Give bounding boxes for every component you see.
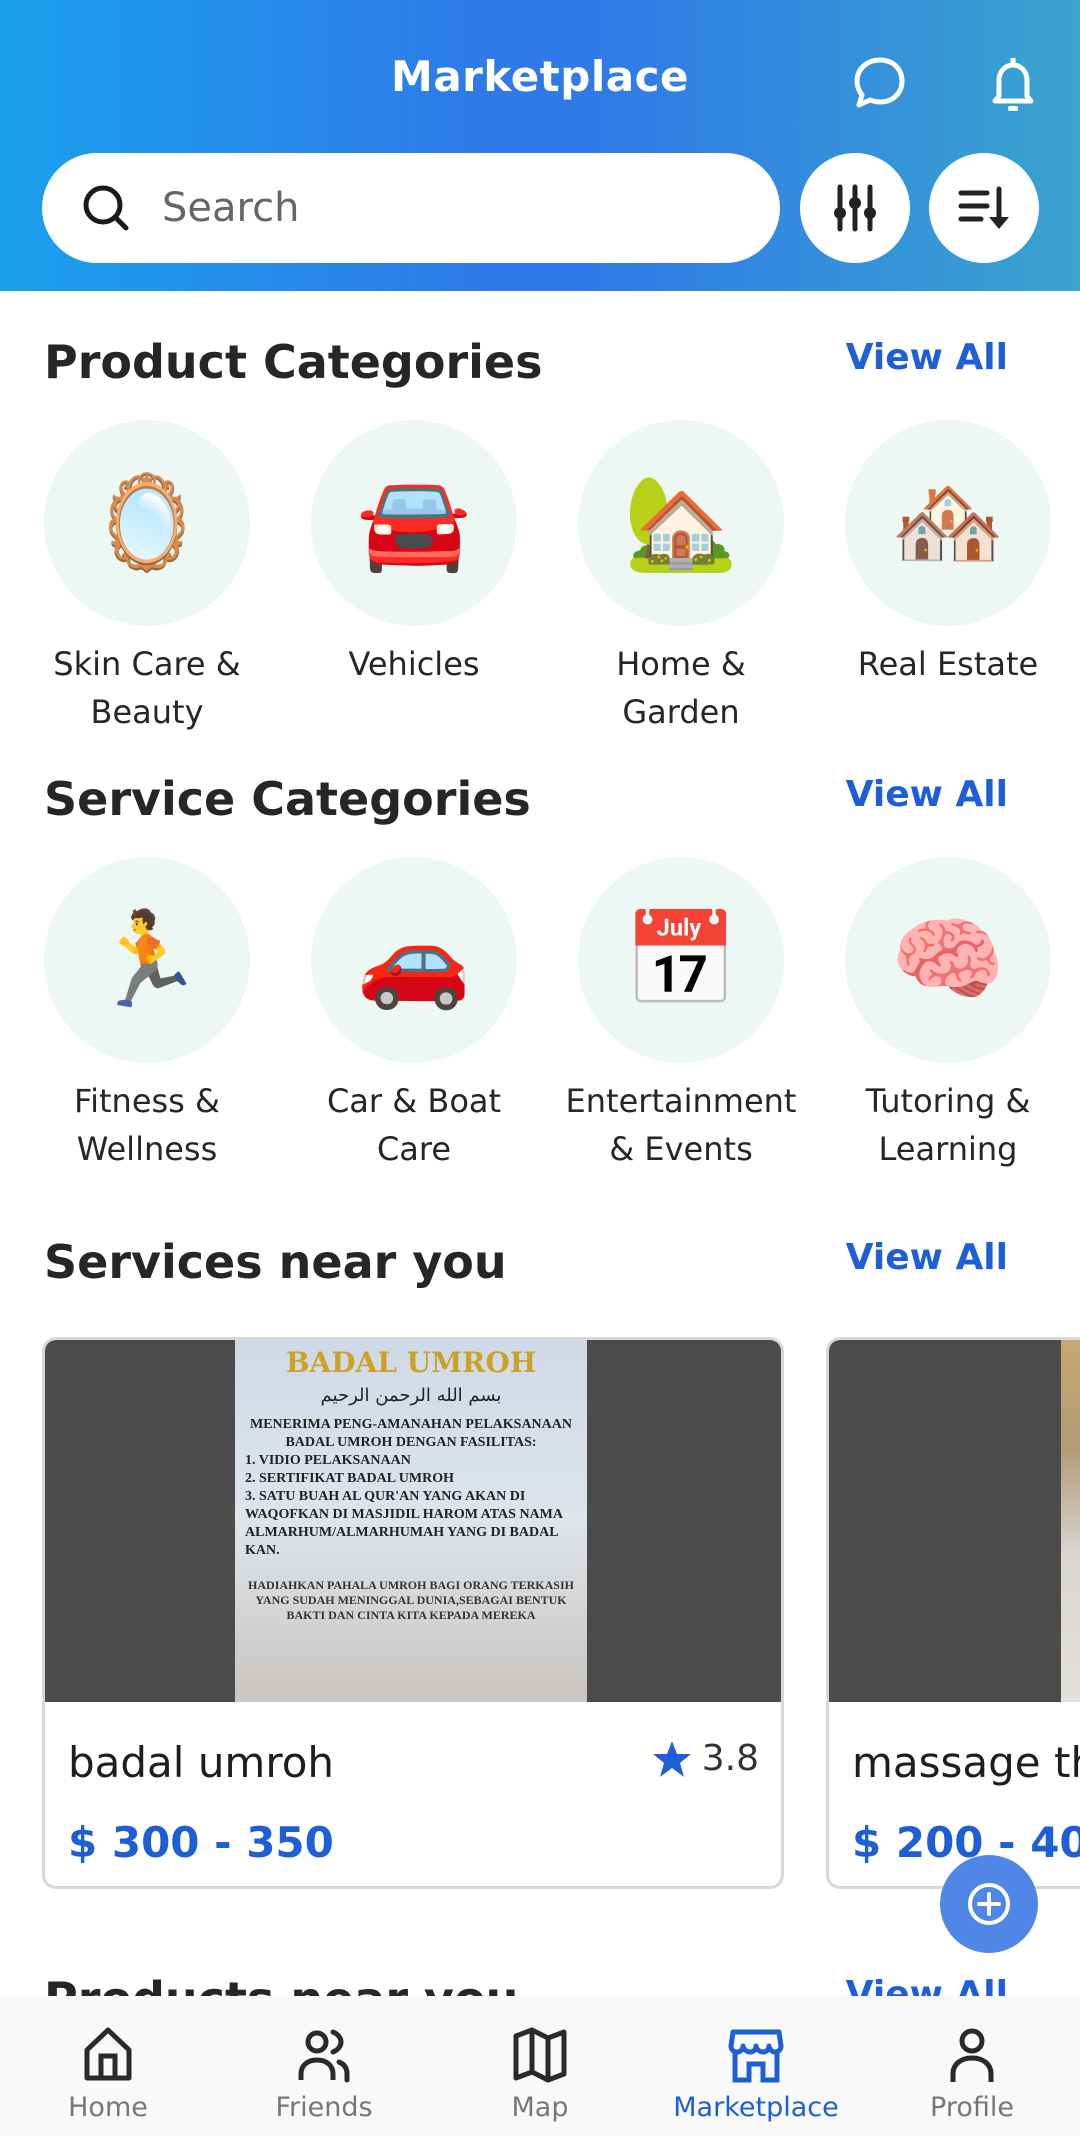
search-icon [83, 185, 129, 231]
section-title: Service Categories [44, 772, 531, 826]
service-card[interactable]: massage th $ 200 - 400 [826, 1337, 1080, 1889]
storefront-icon [728, 2029, 784, 2083]
category-label: Entertainment & Events [565, 1082, 797, 1168]
category-home-garden[interactable]: 🏡 Home & Garden [551, 420, 811, 736]
star-icon [652, 1740, 691, 1777]
product-categories-header: Product Categories View All [0, 335, 1080, 395]
search-input[interactable] [162, 185, 722, 231]
service-image: BADAL UMROH بسم الله الرحمن الرحيم MENER… [45, 1340, 781, 1702]
category-label: Fitness & Wellness [74, 1082, 220, 1168]
services-near-you-header: Services near you View All [0, 1235, 1080, 1295]
sliders-icon [834, 184, 876, 232]
category-label: Car & Boat Care [326, 1082, 502, 1168]
chat-bubble-icon[interactable] [848, 52, 912, 116]
service-name: massage th [852, 1738, 1080, 1787]
category-entertainment-events[interactable]: 📅 Entertainment & Events [551, 857, 811, 1173]
page-title: Marketplace [391, 52, 689, 101]
nav-profile[interactable]: Profile [872, 2026, 1072, 2123]
category-real-estate[interactable]: 🏘️ Real Estate [818, 420, 1078, 688]
rating: 3.8 [652, 1738, 759, 1779]
bell-icon[interactable] [981, 52, 1045, 116]
price-range: $ 300 - 350 [68, 1818, 334, 1867]
bottom-navigation: Home Friends Map Marketplace Profile [0, 1996, 1080, 2136]
massage-photo [1061, 1340, 1080, 1702]
category-label: Skin Care & Beauty [53, 645, 241, 731]
category-fitness-wellness[interactable]: 🏃 Fitness & Wellness [17, 857, 277, 1173]
category-label: Real Estate [857, 645, 1039, 683]
poster-image: BADAL UMROH بسم الله الرحمن الرحيم MENER… [235, 1340, 587, 1702]
view-all-service-categories[interactable]: View All [846, 774, 1008, 815]
buildings-icon: 🏘️ [845, 420, 1051, 626]
category-vehicles[interactable]: 🚘 Vehicles [284, 420, 544, 688]
filter-button[interactable] [800, 153, 910, 263]
running-person-icon: 🏃 [44, 857, 250, 1063]
map-icon [513, 2027, 567, 2083]
add-button[interactable] [940, 1855, 1038, 1953]
car-wash-icon: 🚗 [311, 857, 517, 1063]
home-icon [84, 2027, 132, 2081]
category-label: Home & Garden [616, 645, 746, 731]
car-icon: 🚘 [311, 420, 517, 626]
nav-map[interactable]: Map [440, 2026, 640, 2123]
brain-head-icon: 🧠 [845, 857, 1051, 1063]
section-title: Product Categories [44, 335, 543, 389]
category-tutoring-learning[interactable]: 🧠 Tutoring & Learning [818, 857, 1078, 1173]
house-with-garden-icon: 🏡 [578, 420, 784, 626]
nav-marketplace[interactable]: Marketplace [656, 2026, 856, 2123]
profile-icon [950, 2028, 994, 2082]
service-card[interactable]: BADAL UMROH بسم الله الرحمن الرحيم MENER… [42, 1337, 784, 1889]
compact-mirror-icon: 🪞 [44, 420, 250, 626]
category-label: Vehicles [348, 645, 480, 683]
sort-descending-icon [958, 186, 1009, 229]
category-car-boat-care[interactable]: 🚗 Car & Boat Care [284, 857, 544, 1173]
service-categories-header: Service Categories View All [0, 772, 1080, 832]
view-all-services[interactable]: View All [846, 1237, 1008, 1278]
category-skin-care-beauty[interactable]: 🪞 Skin Care & Beauty [17, 420, 277, 736]
nav-home[interactable]: Home [8, 2026, 208, 2123]
section-title: Services near you [44, 1235, 507, 1289]
calendar-icon: 📅 [578, 857, 784, 1063]
app-header: Marketplace [0, 0, 1080, 291]
search-bar[interactable] [42, 153, 780, 263]
category-label: Tutoring & Learning [865, 1082, 1031, 1168]
view-all-product-categories[interactable]: View All [846, 337, 1008, 378]
service-image [829, 1340, 1080, 1702]
sort-button[interactable] [929, 153, 1039, 263]
friends-icon [298, 2029, 350, 2083]
add-circle-icon [968, 1883, 1010, 1925]
service-name: badal umroh [68, 1738, 335, 1787]
nav-friends[interactable]: Friends [224, 2026, 424, 2123]
